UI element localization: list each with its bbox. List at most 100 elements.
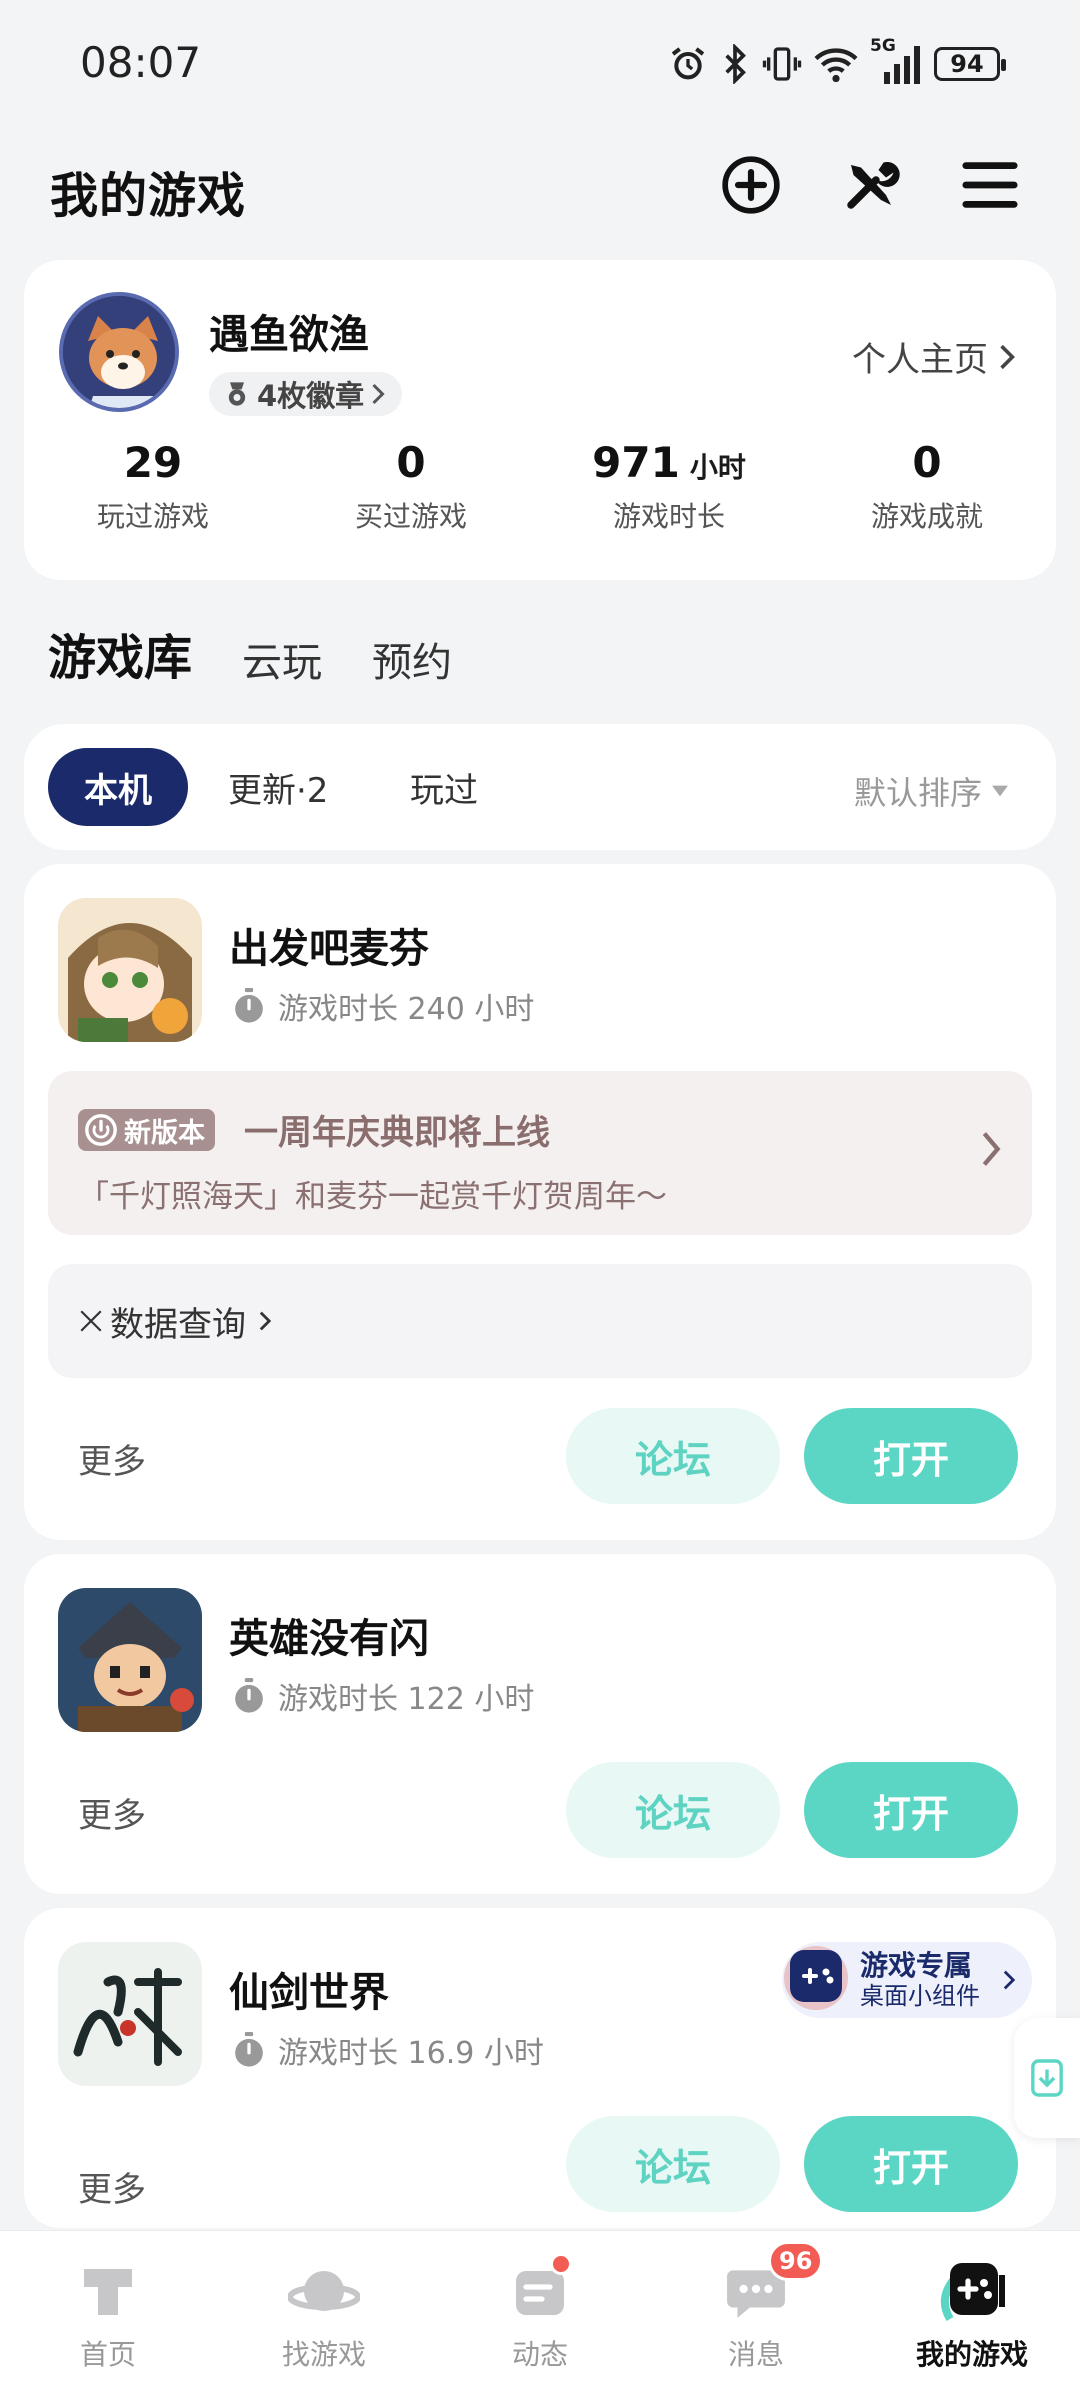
menu-button[interactable] — [955, 150, 1025, 220]
avatar[interactable] — [59, 292, 179, 412]
game-icon[interactable] — [58, 1942, 202, 2086]
status-time: 08:07 — [80, 38, 202, 87]
homepage-link-label: 个人主页 — [852, 340, 988, 380]
filter-played[interactable]: 玩过 — [410, 748, 478, 826]
badges-button[interactable]: 4枚徽章 — [209, 372, 403, 416]
chevron-right-icon — [1003, 1970, 1016, 1990]
tools-button[interactable] — [836, 150, 906, 220]
stat-value: 0 — [396, 438, 426, 487]
signal-icon: 5G — [870, 36, 922, 84]
stat-value: 0 — [912, 438, 942, 487]
news-banner[interactable]: 新版本 一周年庆典即将上线 「千灯照海天」和麦芬一起赏千灯贺周年～ — [48, 1071, 1032, 1235]
stat-achievements[interactable]: 0 游戏成就 — [798, 438, 1056, 535]
activity-card-icon — [500, 2253, 580, 2327]
stopwatch-icon — [235, 2032, 263, 2067]
playtime-text: 游戏时长 240 小时 — [278, 992, 535, 1027]
nav-label: 首页 — [79, 2338, 136, 2371]
forum-button[interactable]: 论坛 — [566, 2116, 780, 2212]
playtime-text: 游戏时长 122 小时 — [278, 1682, 535, 1717]
more-button[interactable]: 更多 — [78, 1434, 146, 1483]
game-playtime: 游戏时长 122 小时 — [232, 1674, 534, 1718]
game-card: 英雄没有闪 游戏时长 122 小时 更多 论坛 打开 — [24, 1554, 1056, 1894]
stat-playtime[interactable]: 971 小时 游戏时长 — [540, 438, 798, 535]
open-button[interactable]: 打开 — [804, 1408, 1018, 1504]
game-icon[interactable] — [58, 898, 202, 1042]
floating-download-button[interactable] — [1014, 2018, 1080, 2138]
sort-dropdown[interactable]: 默认排序 — [854, 768, 1008, 814]
gamepad-icon — [932, 2255, 1012, 2327]
forum-button[interactable]: 论坛 — [566, 1408, 780, 1504]
data-query-link[interactable]: 数据查询 — [48, 1264, 1032, 1378]
bluetooth-icon — [720, 44, 750, 84]
profile-card[interactable]: 遇鱼欲渔 4枚徽章 个人主页 29 玩过游戏 0 买过游戏 971 小时 游戏时长 — [24, 260, 1056, 580]
chevron-right-icon — [1000, 344, 1015, 369]
avatar-image — [63, 296, 175, 408]
nav-activity[interactable]: 动态 — [432, 2231, 648, 2392]
username: 遇鱼欲渔 — [209, 312, 369, 358]
page-header: 我的游戏 — [0, 140, 1080, 240]
widget-text: 游戏专属 桌面小组件 — [860, 1949, 980, 2011]
stopwatch-icon — [235, 988, 263, 1023]
battery-indicator: 94 — [934, 47, 1006, 81]
filter-local[interactable]: 本机 — [48, 748, 188, 826]
stat-value: 29 — [123, 438, 183, 487]
news-title: 一周年庆典即将上线 — [244, 1113, 550, 1153]
nav-messages[interactable]: 96 消息 — [648, 2231, 864, 2392]
crossed-swords-icon — [80, 1310, 102, 1332]
nav-find-games[interactable]: 找游戏 — [216, 2231, 432, 2392]
nav-home[interactable]: 首页 — [0, 2231, 216, 2392]
game-name: 仙剑世界 — [229, 1970, 389, 2016]
nav-label: 消息 — [727, 2338, 784, 2371]
playtime-text: 游戏时长 16.9 小时 — [278, 2036, 544, 2071]
game-playtime: 游戏时长 16.9 小时 — [232, 2028, 544, 2072]
wifi-icon — [814, 44, 858, 84]
tab-reservations[interactable]: 预约 — [372, 630, 452, 688]
planet-icon — [284, 2255, 364, 2327]
stat-games-played[interactable]: 29 玩过游戏 — [24, 438, 282, 535]
nav-my-games[interactable]: 我的游戏 — [864, 2231, 1080, 2392]
new-version-tag-label: 新版本 — [124, 1117, 205, 1149]
forum-button[interactable]: 论坛 — [566, 1762, 780, 1858]
filter-updates[interactable]: 更新·2 — [228, 748, 328, 826]
notification-dot — [550, 2253, 572, 2275]
game-name: 出发吧麦芬 — [229, 926, 429, 972]
message-count-badge: 96 — [768, 2241, 824, 2281]
chat-bubble-icon: 96 — [716, 2241, 824, 2327]
game-name: 英雄没有闪 — [229, 1616, 429, 1662]
widget-title: 游戏专属 — [860, 1949, 973, 1982]
stat-label: 买过游戏 — [354, 500, 467, 533]
alarm-icon — [668, 44, 708, 84]
game-playtime: 游戏时长 240 小时 — [232, 984, 534, 1028]
tab-cloud-play[interactable]: 云玩 — [242, 630, 322, 688]
chevron-right-icon — [372, 383, 385, 405]
add-game-button[interactable] — [716, 150, 786, 220]
stat-games-bought[interactable]: 0 买过游戏 — [282, 438, 540, 535]
homepage-link[interactable]: 个人主页 — [852, 332, 1016, 381]
badges-label: 4枚徽章 — [257, 379, 365, 413]
new-version-tag: 新版本 — [78, 1109, 215, 1151]
vibrate-icon — [762, 44, 802, 84]
section-tabs: 游戏库 云玩 预约 — [48, 618, 452, 688]
stat-label: 游戏成就 — [870, 500, 983, 533]
stat-label: 游戏时长 — [612, 500, 725, 533]
game-card: 出发吧麦芬 游戏时长 240 小时 新版本 一周年庆典即将上线 「千灯照海天」和… — [24, 864, 1056, 1540]
gamepad-widget-icon — [784, 1946, 848, 2010]
stat-label: 玩过游戏 — [96, 500, 209, 533]
profile-stats: 29 玩过游戏 0 买过游戏 971 小时 游戏时长 0 游戏成就 — [24, 438, 1056, 535]
more-button[interactable]: 更多 — [78, 2162, 146, 2211]
plus-circle-icon — [722, 156, 780, 214]
chevron-right-icon — [259, 1311, 272, 1331]
chevron-right-icon — [982, 1132, 1001, 1166]
news-description: 「千灯照海天」和麦芬一起赏千灯贺周年～ — [78, 1179, 667, 1215]
tools-icon — [847, 161, 900, 209]
desktop-widget-promo[interactable]: 游戏专属 桌面小组件 — [782, 1942, 1032, 2018]
more-button[interactable]: 更多 — [78, 1788, 146, 1837]
open-button[interactable]: 打开 — [804, 1762, 1018, 1858]
tab-game-library[interactable]: 游戏库 — [48, 618, 193, 688]
game-icon-image — [58, 1588, 202, 1732]
game-icon[interactable] — [58, 1588, 202, 1732]
status-icons: 5G 94 — [668, 36, 1006, 84]
open-button[interactable]: 打开 — [804, 2116, 1018, 2212]
nav-label: 动态 — [511, 2338, 568, 2371]
filter-bar: 本机 更新·2 玩过 默认排序 — [24, 724, 1056, 850]
